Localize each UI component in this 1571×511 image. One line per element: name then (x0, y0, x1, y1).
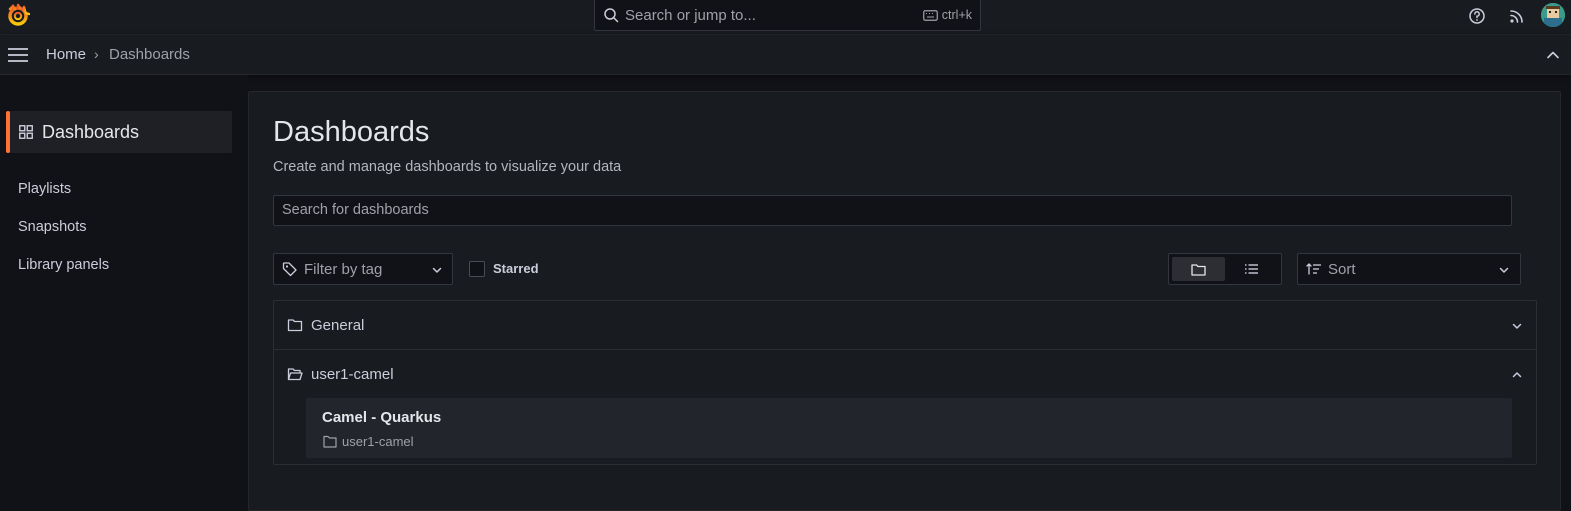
sort-label: Sort (1328, 260, 1356, 278)
breadcrumb-separator: › (94, 46, 99, 62)
starred-label[interactable]: Starred (493, 261, 539, 276)
breadcrumb-current: Dashboards (109, 46, 190, 63)
section-nav: Dashboards Playlists Snapshots Library p… (0, 75, 248, 502)
folder-row-general[interactable]: General (274, 301, 1536, 350)
sidebar-item-snapshots[interactable]: Snapshots (18, 219, 87, 235)
tag-icon (282, 262, 297, 277)
keyboard-icon (922, 9, 938, 21)
chevron-down-icon (1499, 267, 1509, 273)
main-panel: Dashboards Create and manage dashboards … (248, 91, 1561, 511)
filter-by-tag-label: Filter by tag (304, 260, 383, 278)
sidebar-item-library-panels[interactable]: Library panels (18, 257, 109, 273)
page-title: Dashboards (273, 116, 430, 148)
help-icon[interactable] (1468, 7, 1486, 25)
folder-list: General user1-camel Camel - Quarkus user… (273, 300, 1537, 465)
filter-by-tag-select[interactable]: Filter by tag (273, 253, 453, 285)
breadcrumb-bar: Home › Dashboards (0, 35, 1571, 75)
menu-icon[interactable] (8, 47, 28, 63)
sort-amount-icon (1306, 263, 1321, 275)
folder-open-icon (287, 368, 303, 381)
folder-name: General (311, 317, 365, 334)
shortcut-hint: ctrl+k (922, 8, 972, 22)
page-subtitle: Create and manage dashboards to visualiz… (273, 159, 622, 175)
starred-checkbox[interactable] (469, 261, 485, 277)
user-avatar[interactable] (1541, 3, 1565, 27)
grafana-logo-icon[interactable] (6, 3, 30, 27)
chevron-down-icon (432, 267, 442, 273)
avatar-image-icon (1541, 3, 1565, 27)
sidebar-item-dashboards[interactable]: Dashboards (6, 111, 232, 153)
shortcut-text: ctrl+k (941, 8, 972, 22)
breadcrumb-home[interactable]: Home (46, 46, 86, 63)
sidebar-item-playlists[interactable]: Playlists (18, 181, 71, 197)
chevron-up-icon[interactable] (1511, 369, 1523, 381)
folder-icon (323, 435, 337, 448)
news-feed-icon[interactable] (1508, 7, 1526, 25)
global-search-input[interactable]: Search or jump to... ctrl+k (594, 0, 981, 31)
dashboard-folder-name: user1-camel (342, 434, 414, 449)
folder-icon (1191, 263, 1206, 276)
global-search-placeholder: Search or jump to... (625, 6, 756, 24)
view-mode-toggle (1168, 253, 1282, 285)
dashboard-search-input[interactable]: Search for dashboards (273, 195, 1512, 226)
folder-view-button[interactable] (1172, 257, 1225, 281)
sidebar-item-label: Dashboards (42, 122, 140, 142)
dashboard-title[interactable]: Camel - Quarkus (322, 409, 441, 426)
apps-grid-icon (19, 125, 33, 139)
chevron-down-icon[interactable] (1511, 320, 1523, 332)
chevron-up-icon[interactable] (1546, 48, 1560, 62)
dashboard-folder: user1-camel (323, 434, 414, 449)
folder-name: user1-camel (311, 366, 394, 383)
folder-icon (287, 319, 303, 332)
active-indicator (6, 111, 10, 153)
sort-select[interactable]: Sort (1297, 253, 1521, 285)
folder-row-user1-camel[interactable]: user1-camel (274, 350, 1536, 399)
list-icon (1245, 264, 1258, 274)
search-icon (604, 8, 619, 23)
dashboard-list-item[interactable]: Camel - Quarkus user1-camel (306, 398, 1512, 458)
list-view-button[interactable] (1225, 257, 1278, 281)
top-bar: Search or jump to... ctrl+k (0, 0, 1571, 35)
